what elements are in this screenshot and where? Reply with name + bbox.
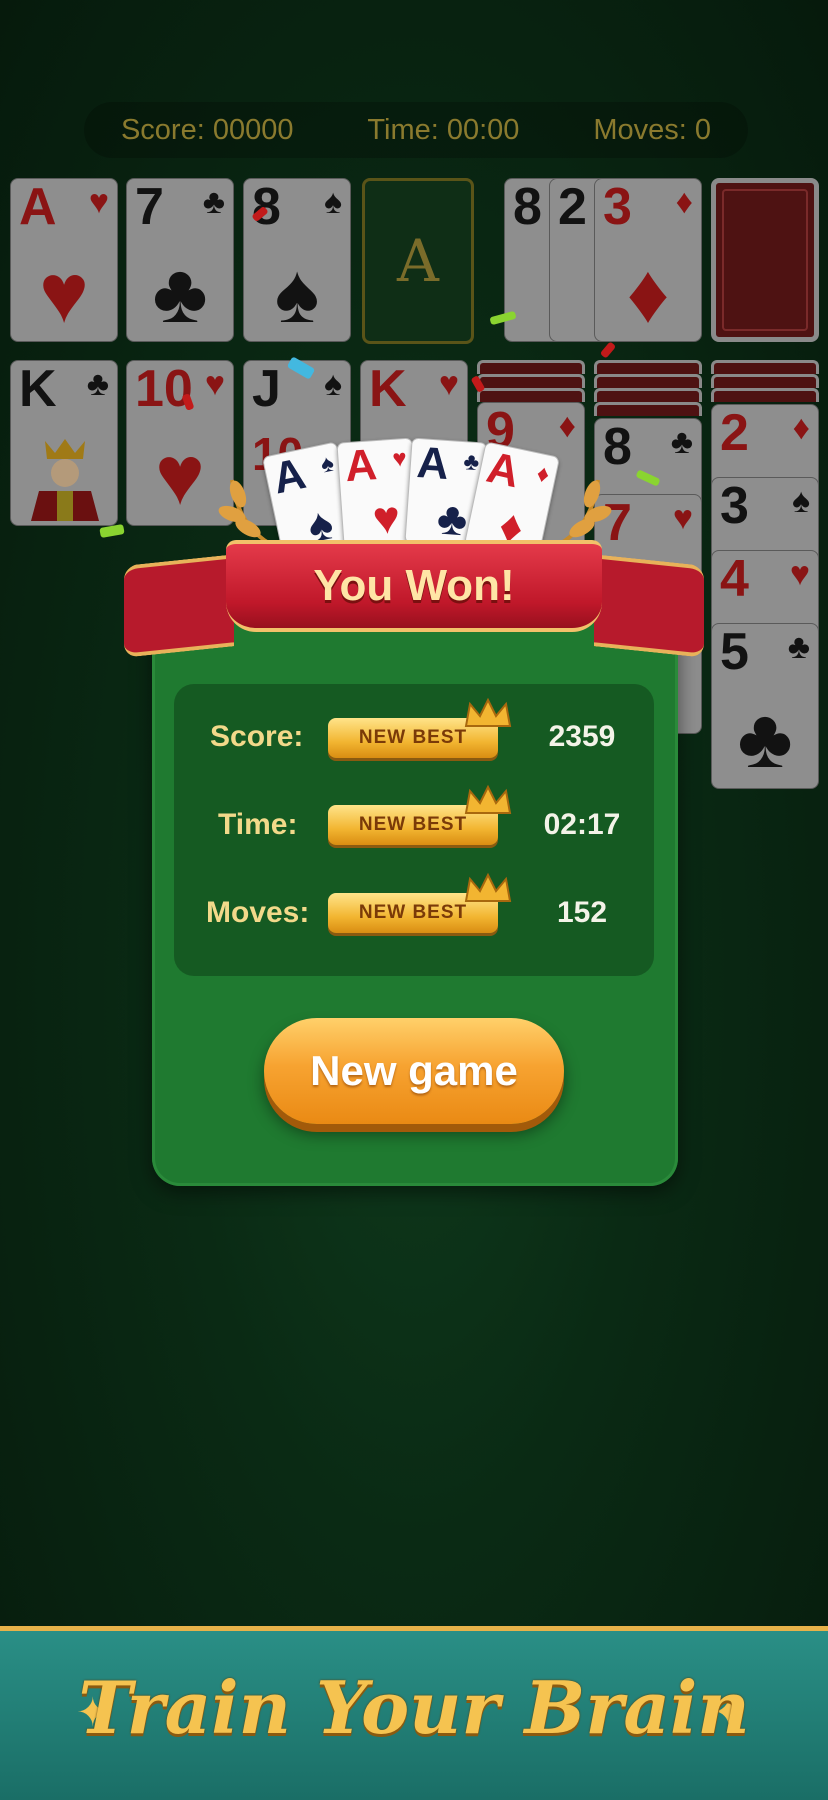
diamond-icon: ♦	[558, 407, 576, 445]
spade-icon: ♠	[323, 365, 342, 403]
card-rank: 8	[513, 178, 542, 236]
win-title: You Won!	[313, 561, 515, 610]
score-value: 2359	[548, 720, 616, 753]
club-icon: ♣	[787, 628, 810, 666]
club-icon: ♣	[202, 183, 225, 221]
face-down-card	[594, 402, 702, 416]
time-counter: Time: 00:00	[367, 113, 520, 146]
new-game-button[interactable]: New game	[264, 1018, 564, 1124]
confetti-piece	[599, 341, 617, 359]
heart-icon: ♥	[204, 365, 225, 403]
badge-label: NEW BEST	[358, 902, 468, 923]
face-down-card	[711, 388, 819, 402]
foundation-label: A	[397, 227, 439, 295]
win-banner: You Won!	[226, 540, 602, 632]
club-icon: ♣	[152, 246, 208, 340]
tableau-card-five-clubs[interactable]: 5 ♣ ♣	[711, 623, 819, 789]
face-down-card	[711, 360, 819, 374]
spade-icon: ♠	[274, 246, 320, 340]
card-rank: K	[19, 360, 57, 418]
card-rank: 8	[603, 418, 632, 476]
card-rank: A	[482, 442, 524, 498]
tableau-card-king-clubs[interactable]: K ♣	[10, 360, 118, 526]
promo-slogan: Train Your Brain	[78, 1665, 750, 1750]
score-label: Score:	[210, 720, 304, 753]
face-down-card	[477, 388, 585, 402]
card-rank: 3	[720, 477, 749, 535]
heart-icon: ♥	[88, 183, 109, 221]
king-face-icon	[31, 439, 99, 521]
heart-icon: ♥	[39, 246, 89, 340]
card-rank: 7	[135, 178, 164, 236]
heart-icon: ♥	[672, 499, 693, 537]
card-rank: A	[268, 448, 310, 504]
stock-pile[interactable]	[711, 178, 819, 342]
diamond-icon: ♦	[675, 183, 693, 221]
face-down-card	[594, 388, 702, 402]
card-rank: A	[415, 437, 451, 490]
spade-icon: ♠	[318, 449, 337, 479]
heart-icon: ♥	[370, 490, 402, 545]
moves-counter: Moves: 0	[593, 113, 712, 146]
time-label: Time:	[218, 808, 298, 841]
waste-card-top[interactable]: 3 ♦ ♦	[594, 178, 702, 342]
face-down-card	[477, 374, 585, 388]
card-rank: A	[343, 440, 379, 492]
club-icon: ♣	[86, 365, 109, 403]
ribbon-left-end	[124, 554, 234, 658]
spade-icon: ♠	[323, 183, 342, 221]
card-rank: 5	[720, 623, 749, 681]
card-rank: 3	[603, 178, 632, 236]
card-rank: 10	[135, 360, 193, 418]
card-rank: 2	[558, 178, 587, 236]
foundation-card-clubs[interactable]: 7 ♣ ♣	[126, 178, 234, 342]
card-rank: J	[252, 360, 281, 418]
diamond-icon: ♦	[792, 409, 810, 447]
crown-icon	[464, 697, 512, 727]
status-bar: Score: 00000 Time: 00:00 Moves: 0	[84, 102, 748, 158]
spade-icon: ♠	[791, 482, 810, 520]
foundation-card-hearts[interactable]: A ♥ ♥	[10, 178, 118, 342]
face-down-card	[711, 374, 819, 388]
foundation-card-spades[interactable]: 8 ♠ ♠	[243, 178, 351, 342]
moves-label: Moves:	[206, 896, 310, 929]
face-down-card	[594, 374, 702, 388]
diamond-icon: ♦	[534, 459, 552, 489]
heart-icon: ♥	[391, 444, 408, 473]
face-down-card	[594, 360, 702, 374]
ribbon-right-end	[594, 554, 704, 658]
club-icon: ♣	[435, 491, 470, 546]
club-icon: ♣	[737, 691, 793, 785]
heart-icon: ♥	[789, 555, 810, 593]
card-rank: 8	[252, 178, 281, 236]
heart-icon: ♥	[438, 365, 459, 403]
moves-value: 152	[556, 896, 608, 929]
empty-foundation-slot[interactable]: A	[362, 178, 474, 344]
club-icon: ♣	[670, 423, 693, 461]
card-rank: 2	[720, 404, 749, 462]
time-value: 02:17	[543, 808, 621, 841]
score-counter: Score: 00000	[120, 113, 294, 146]
card-rank: K	[369, 360, 407, 418]
face-down-card	[477, 360, 585, 374]
confetti-piece	[99, 523, 125, 539]
crown-icon	[464, 784, 512, 814]
diamond-icon: ♦	[626, 246, 670, 340]
club-icon: ♣	[462, 448, 481, 477]
crown-icon	[464, 872, 512, 902]
badge-label: NEW BEST	[358, 727, 468, 748]
badge-label: NEW BEST	[358, 814, 468, 835]
card-rank: 4	[720, 550, 749, 608]
card-rank: A	[19, 178, 57, 236]
new-game-label: New game	[310, 1047, 518, 1094]
